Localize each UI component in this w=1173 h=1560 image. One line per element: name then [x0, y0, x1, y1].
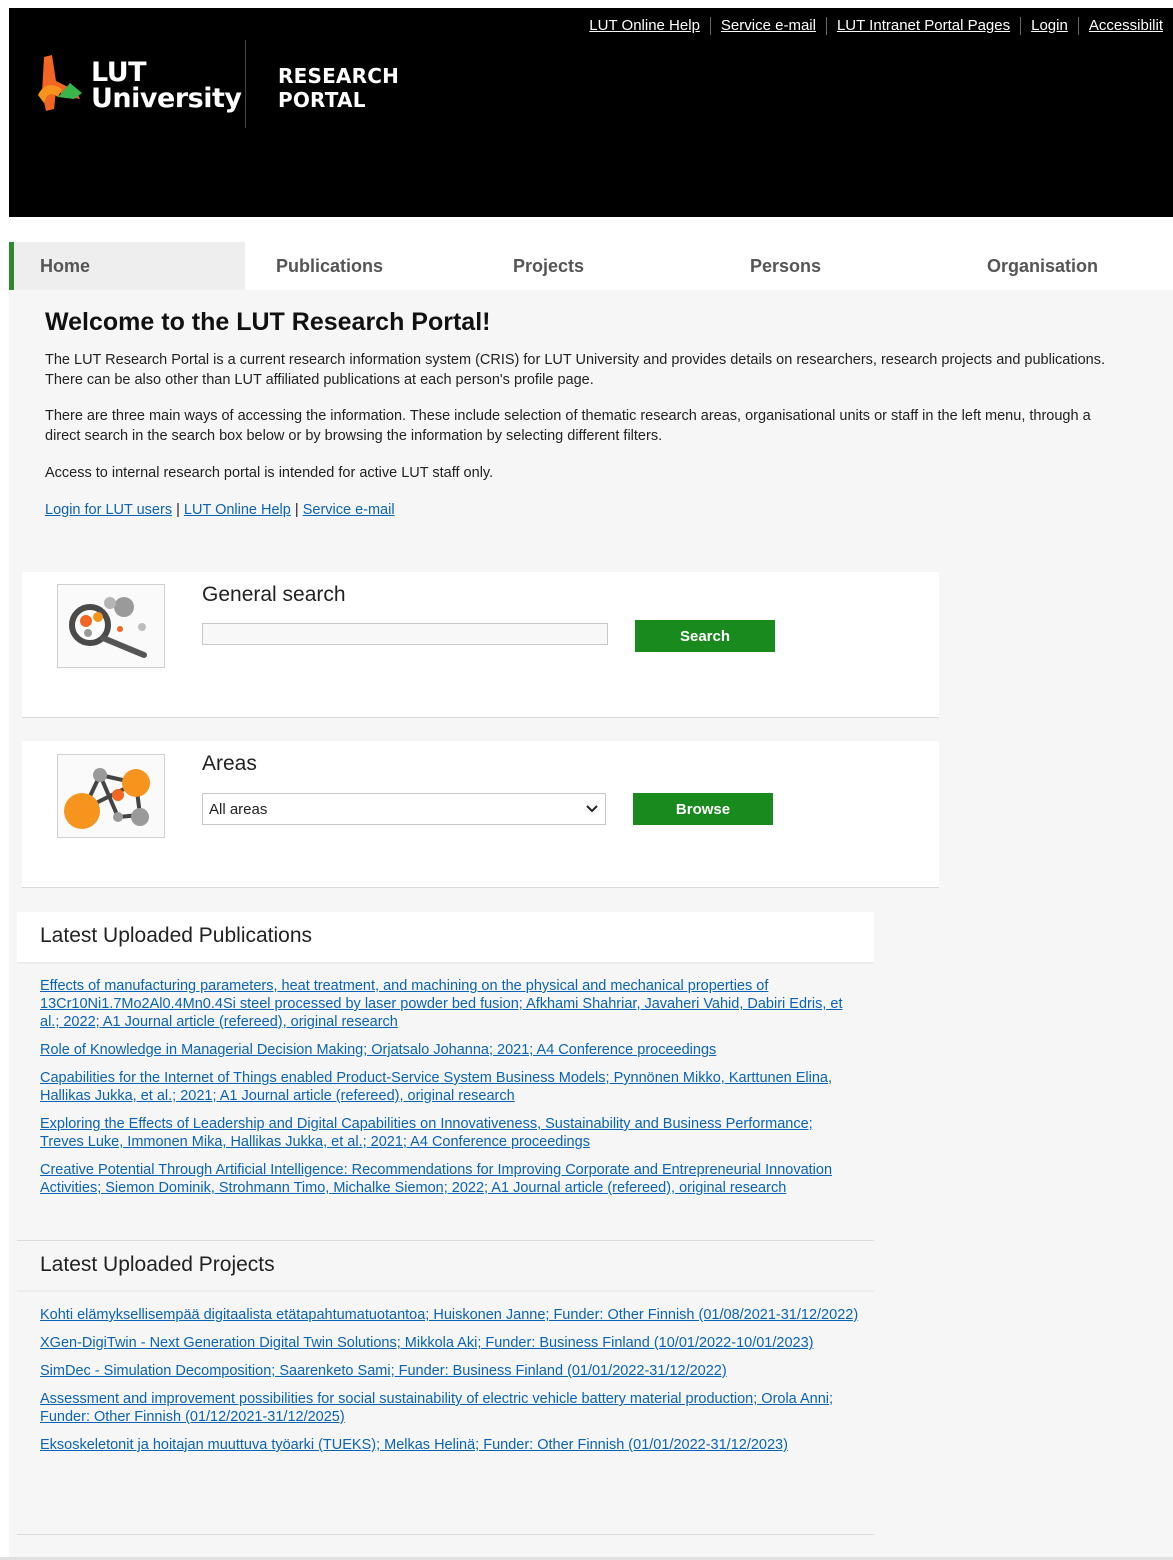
site-header: LUT Online Help Service e-mail LUT Intra…	[9, 8, 1173, 217]
publication-link[interactable]: Capabilities for the Internet of Things …	[40, 1070, 832, 1104]
network-illustration-icon	[57, 754, 165, 838]
intro-paragraph-2: There are three main ways of accessing t…	[45, 408, 1091, 444]
section-divider	[17, 1290, 874, 1292]
portal-line-2: PORTAL	[278, 88, 366, 112]
intro-paragraph-3: Access to internal research portal is in…	[45, 465, 494, 481]
online-help-link[interactable]: LUT Online Help	[184, 502, 291, 518]
intro-links: Login for LUT users | LUT Online Help | …	[45, 500, 1125, 520]
tab-projects[interactable]: Projects	[513, 242, 584, 290]
page-title: Welcome to the LUT Research Portal!	[45, 308, 491, 336]
list-item: Exploring the Effects of Leadership and …	[40, 1115, 860, 1151]
general-search-input[interactable]	[202, 623, 608, 645]
browse-button[interactable]: Browse	[633, 793, 773, 825]
section-divider	[17, 1240, 874, 1241]
general-search-panel: General search Search	[22, 572, 939, 717]
tab-label: Projects	[513, 255, 585, 276]
general-search-title: General search	[202, 583, 346, 606]
top-link-service-email[interactable]: Service e-mail	[711, 16, 826, 36]
search-button[interactable]: Search	[635, 620, 775, 652]
list-item: Eksoskeletonit ja hoitajan muuttuva työa…	[40, 1436, 860, 1454]
tab-home[interactable]: Home	[9, 242, 245, 290]
project-link[interactable]: Assessment and improvement possibilities…	[40, 1391, 833, 1425]
logo-line-2: University	[91, 83, 242, 114]
link-separator: |	[294, 502, 299, 518]
project-link[interactable]: XGen-DigiTwin - Next Generation Digital …	[40, 1335, 813, 1351]
search-illustration-icon	[57, 584, 165, 668]
list-item: Kohti elämyksellisempää digitaalista etä…	[40, 1306, 860, 1324]
section-divider	[17, 1534, 874, 1535]
header-divider	[245, 40, 246, 128]
publication-link[interactable]: Effects of manufacturing parameters, hea…	[40, 978, 842, 1030]
login-lut-users-link[interactable]: Login for LUT users	[45, 502, 172, 518]
tab-label: Organisation	[987, 255, 1099, 276]
publications-list: Effects of manufacturing parameters, hea…	[40, 977, 860, 1207]
tab-label: Home	[40, 255, 91, 276]
publication-link[interactable]: Creative Potential Through Artificial In…	[40, 1162, 832, 1196]
projects-list: Kohti elämyksellisempää digitaalista etä…	[40, 1306, 860, 1464]
list-item: SimDec - Simulation Decomposition; Saare…	[40, 1362, 860, 1380]
list-item: Role of Knowledge in Managerial Decision…	[40, 1041, 860, 1059]
top-link-login[interactable]: Login	[1021, 16, 1078, 36]
areas-select[interactable]: All areas	[202, 793, 606, 825]
intro-paragraph-1: The LUT Research Portal is a current res…	[45, 352, 1106, 388]
chevron-down-icon	[586, 805, 598, 813]
lut-logo-icon[interactable]	[36, 53, 84, 115]
tab-organisation[interactable]: Organisation	[987, 242, 1098, 290]
top-link-accessibility[interactable]: Accessibilit	[1079, 16, 1173, 36]
link-separator: |	[176, 502, 180, 518]
top-link-intranet[interactable]: LUT Intranet Portal Pages	[827, 16, 1020, 36]
top-link-online-help[interactable]: LUT Online Help	[579, 16, 710, 36]
publications-title: Latest Uploaded Publications	[40, 924, 313, 947]
areas-title: Areas	[202, 752, 257, 775]
list-item: Creative Potential Through Artificial In…	[40, 1161, 860, 1197]
tab-label: Persons	[750, 255, 822, 276]
logo-wordmark: LUT University	[91, 59, 242, 114]
tab-label: Publications	[276, 255, 384, 276]
main-nav: Home Publications Projects Persons Organ…	[9, 242, 1173, 290]
areas-panel: Areas All areas Browse	[22, 741, 939, 887]
projects-title: Latest Uploaded Projects	[40, 1253, 275, 1276]
portal-line-1: RESEARCH	[278, 64, 400, 88]
portal-title: RESEARCH PORTAL	[278, 64, 399, 112]
tab-persons[interactable]: Persons	[750, 242, 821, 290]
project-link[interactable]: Eksoskeletonit ja hoitajan muuttuva työa…	[40, 1437, 788, 1453]
project-link[interactable]: SimDec - Simulation Decomposition; Saare…	[40, 1363, 727, 1379]
list-item: Capabilities for the Internet of Things …	[40, 1069, 860, 1105]
service-email-link[interactable]: Service e-mail	[303, 502, 395, 518]
top-links: LUT Online Help Service e-mail LUT Intra…	[579, 15, 1173, 37]
tab-publications[interactable]: Publications	[276, 242, 383, 290]
areas-selected-value: All areas	[209, 800, 268, 818]
publication-link[interactable]: Role of Knowledge in Managerial Decision…	[40, 1042, 716, 1058]
list-item: Assessment and improvement possibilities…	[40, 1390, 860, 1426]
publication-link[interactable]: Exploring the Effects of Leadership and …	[40, 1116, 813, 1150]
project-link[interactable]: Kohti elämyksellisempää digitaalista etä…	[40, 1307, 858, 1323]
list-item: Effects of manufacturing parameters, hea…	[40, 977, 860, 1031]
list-item: XGen-DigiTwin - Next Generation Digital …	[40, 1334, 860, 1352]
